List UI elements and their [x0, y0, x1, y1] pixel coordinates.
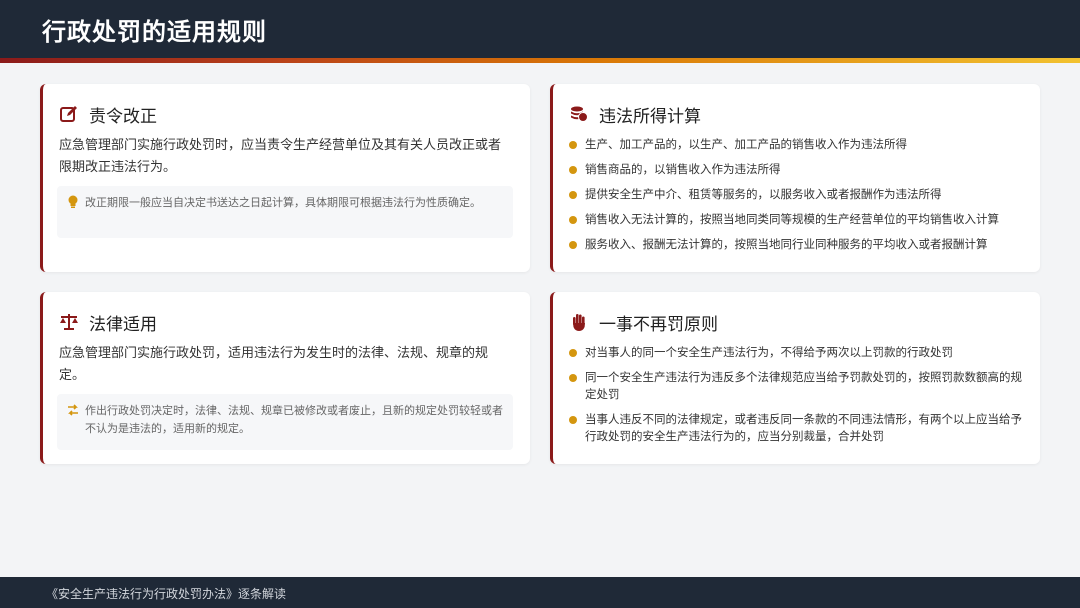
bullet-dot — [569, 241, 577, 249]
bullet-dot — [569, 349, 577, 357]
card-income: 违法所得计算 生产、加工产品的，以生产、加工产品的销售收入作为违法所得 销售商品… — [550, 84, 1040, 272]
edit-icon — [59, 104, 79, 124]
card-correct-title: 责令改正 — [89, 106, 157, 127]
list-item: 对当事人的同一个安全生产违法行为，不得给予两次以上罚款的行政处罚 — [569, 344, 1029, 361]
bullet-dot — [569, 166, 577, 174]
lightbulb-icon — [67, 195, 79, 209]
header-bar: 行政处罚的适用规则 — [0, 0, 1080, 58]
card-income-header: 违法所得计算 — [569, 102, 701, 127]
list-item: 生产、加工产品的，以生产、加工产品的销售收入作为违法所得 — [569, 136, 1029, 153]
card-correct-note-text: 改正期限一般应当自决定书送达之日起计算，具体期限可根据违法行为性质确定。 — [85, 196, 481, 209]
footer-bar: 《安全生产违法行为行政处罚办法》逐条解读 — [0, 577, 1080, 608]
card-correct: 责令改正 应急管理部门实施行政处罚时，应当责令生产经营单位及其有关人员改正或者限… — [40, 84, 530, 272]
card-law-title: 法律适用 — [89, 314, 157, 335]
accent-gradient-bar — [0, 58, 1080, 63]
card-income-title: 违法所得计算 — [599, 106, 701, 127]
list-item: 当事人违反不同的法律规定，或者违反同一条款的不同违法情形，有两个以上应当给予行政… — [569, 411, 1029, 445]
bullet-dot — [569, 374, 577, 382]
card-law-header: 法律适用 — [59, 310, 157, 335]
card-correct-note: 改正期限一般应当自决定书送达之日起计算，具体期限可根据违法行为性质确定。 — [57, 186, 513, 238]
card-income-list: 生产、加工产品的，以生产、加工产品的销售收入作为违法所得 销售商品的，以销售收入… — [569, 136, 1029, 253]
list-item: 销售商品的，以销售收入作为违法所得 — [569, 161, 1029, 178]
bullet-dot — [569, 216, 577, 224]
card-law-note: 作出行政处罚决定时，法律、法规、规章已被修改或者废止，且新的规定处罚较轻或者不认… — [57, 394, 513, 450]
list-item: 服务收入、报酬无法计算的，按照当地同行业同种服务的平均收入或者报酬计算 — [569, 236, 1029, 253]
card-once-header: 一事不再罚原则 — [569, 310, 718, 335]
page-title: 行政处罚的适用规则 — [42, 17, 267, 46]
card-law-note-text: 作出行政处罚决定时，法律、法规、规章已被修改或者废止，且新的规定处罚较轻或者不认… — [85, 404, 503, 435]
card-once-title: 一事不再罚原则 — [599, 314, 718, 335]
list-item: 销售收入无法计算的，按照当地同类同等规模的生产经营单位的平均销售收入计算 — [569, 211, 1029, 228]
card-correct-header: 责令改正 — [59, 102, 157, 127]
card-law-description: 应急管理部门实施行政处罚，适用违法行为发生时的法律、法规、规章的规定。 — [59, 346, 489, 383]
bullet-dot — [569, 141, 577, 149]
card-once: 一事不再罚原则 对当事人的同一个安全生产违法行为，不得给予两次以上罚款的行政处罚… — [550, 292, 1040, 464]
card-once-list: 对当事人的同一个安全生产违法行为，不得给予两次以上罚款的行政处罚 同一个安全生产… — [569, 344, 1029, 445]
exchange-icon — [67, 403, 79, 417]
footer-text: 《安全生产违法行为行政处罚办法》逐条解读 — [46, 587, 287, 601]
card-correct-description: 应急管理部门实施行政处罚时，应当责令生产经营单位及其有关人员改正或者限期改正违法… — [59, 138, 502, 175]
coins-icon — [569, 104, 589, 124]
hand-stop-icon — [569, 312, 589, 332]
bullet-dot — [569, 191, 577, 199]
list-item: 同一个安全生产违法行为违反多个法律规范应当给予罚款处罚的，按照罚款数额高的规定处… — [569, 369, 1029, 403]
card-law: 法律适用 应急管理部门实施行政处罚，适用违法行为发生时的法律、法规、规章的规定。… — [40, 292, 530, 464]
bullet-dot — [569, 416, 577, 424]
scale-icon — [59, 312, 79, 332]
list-item: 提供安全生产中介、租赁等服务的，以服务收入或者报酬作为违法所得 — [569, 186, 1029, 203]
